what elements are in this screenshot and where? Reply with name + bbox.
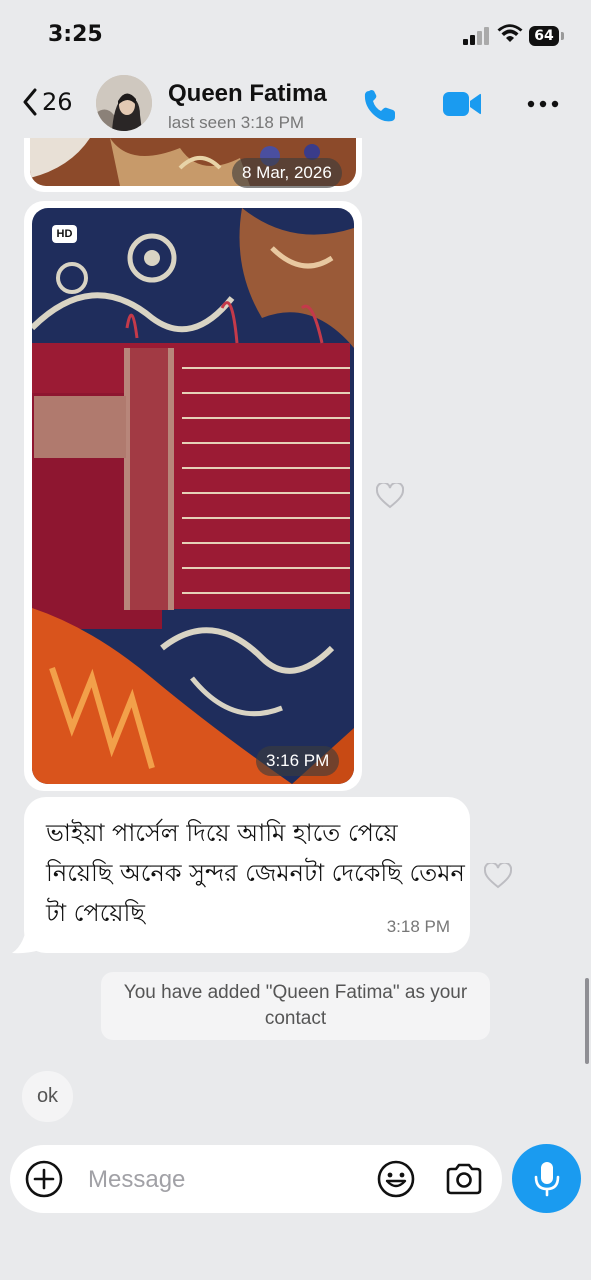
- camera-icon[interactable]: [444, 1159, 484, 1199]
- system-message: You have added "Queen Fatima" as your co…: [101, 972, 490, 1040]
- signal-icon: [463, 27, 491, 45]
- scrollbar[interactable]: [585, 978, 589, 1064]
- hd-badge: HD: [52, 225, 77, 243]
- chat-header: 26 Queen Fatima last seen 3:18 PM: [0, 70, 591, 140]
- image-message[interactable]: HD 3:16 PM: [24, 201, 362, 791]
- heart-icon[interactable]: [484, 863, 512, 889]
- photo-red-fabric: [32, 208, 354, 784]
- wifi-icon: [497, 24, 523, 42]
- unread-count: 26: [42, 88, 73, 116]
- avatar[interactable]: [96, 75, 152, 131]
- typing-message-bubble[interactable]: ok: [22, 1071, 73, 1122]
- back-button[interactable]: 26: [22, 88, 73, 116]
- last-seen-status: last seen 3:18 PM: [168, 113, 305, 132]
- plus-icon[interactable]: [24, 1159, 64, 1199]
- message-input[interactable]: [86, 1161, 360, 1199]
- date-stamp: 8 Mar, 2026: [232, 158, 342, 188]
- image-message[interactable]: 8 Mar, 2026: [24, 138, 362, 192]
- microphone-button[interactable]: [512, 1144, 581, 1213]
- sticker-icon[interactable]: [376, 1159, 416, 1199]
- text-message-bubble[interactable]: ভাইয়া পার্সেল দিয়ে আমি হাতে পেয়ে নিয়…: [24, 797, 470, 953]
- phone-icon[interactable]: [362, 88, 398, 124]
- composer: [10, 1145, 502, 1213]
- microphone-icon: [534, 1162, 560, 1197]
- message-time: 3:16 PM: [256, 746, 340, 776]
- avatar-image: [96, 75, 152, 131]
- status-time: 3:25: [48, 22, 103, 47]
- battery-cap: [561, 32, 564, 40]
- more-dots-icon[interactable]: [527, 100, 559, 108]
- message-time: 3:18 PM: [386, 917, 450, 936]
- video-camera-icon[interactable]: [442, 90, 482, 118]
- battery-icon: 64: [529, 26, 559, 46]
- chevron-left-icon: [23, 88, 37, 116]
- status-bar: 3:25 64: [0, 0, 591, 70]
- contact-name[interactable]: Queen Fatima: [168, 80, 327, 108]
- heart-icon[interactable]: [376, 483, 404, 509]
- message-text: ভাইয়া পার্সেল দিয়ে আমি হাতে পেয়ে নিয়…: [46, 819, 465, 927]
